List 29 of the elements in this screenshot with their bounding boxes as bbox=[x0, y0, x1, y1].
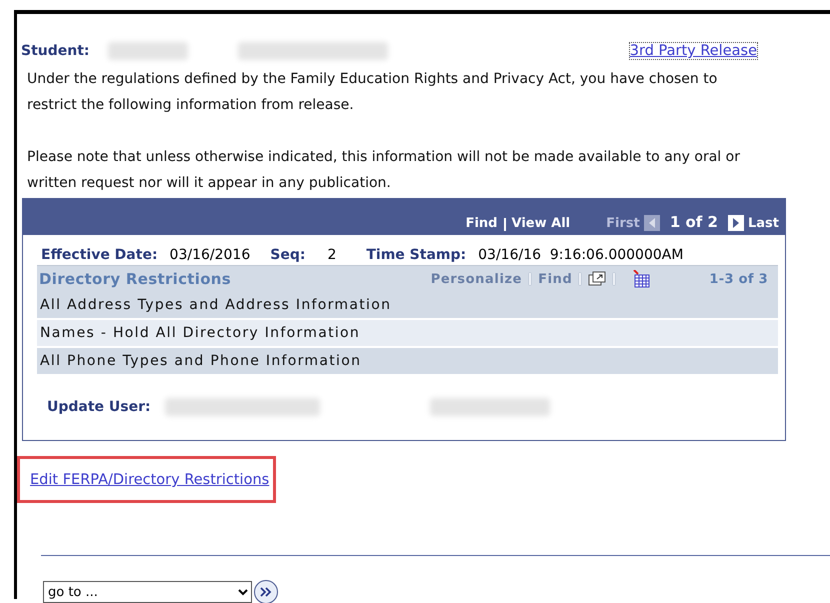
restriction-row: All Address Types and Address Information bbox=[37, 292, 778, 320]
previous-icon[interactable] bbox=[644, 215, 660, 231]
page-position: 1 of 2 bbox=[670, 213, 718, 231]
restriction-row: All Phone Types and Phone Information bbox=[37, 348, 778, 376]
row-count: 1-3 of 3 bbox=[709, 272, 768, 286]
third-party-release-link[interactable]: 3rd Party Release bbox=[630, 43, 757, 59]
update-user-label: Update User: bbox=[47, 399, 151, 415]
next-icon[interactable] bbox=[728, 215, 744, 231]
new-window-icon[interactable] bbox=[588, 271, 606, 287]
edit-restrictions-link[interactable]: Edit FERPA/Directory Restrictions bbox=[30, 472, 270, 488]
effective-date-value: 03/16/2016 bbox=[170, 247, 250, 263]
view-all-link[interactable]: View All bbox=[512, 216, 570, 231]
grid-title: Directory Restrictions bbox=[39, 270, 232, 288]
notice-paragraph: Under the regulations defined by the Family Education Rights and Privacy Act, you have chosen to restrict the following information from release. bbox=[27, 70, 718, 115]
go-button[interactable] bbox=[254, 580, 278, 603]
restriction-row: Names - Hold All Directory Information bbox=[37, 320, 778, 348]
last-link[interactable]: Last bbox=[748, 216, 779, 231]
double-chevron-icon bbox=[259, 586, 273, 598]
student-label: Student: bbox=[21, 43, 90, 59]
notice-paragraph: Please note that unless otherwise indicated, this information will not be made available to any oral or written request nor will it appear in any publication. bbox=[27, 148, 741, 193]
go-to-dropdown[interactable]: go to ... bbox=[43, 581, 252, 603]
spreadsheet-icon[interactable] bbox=[632, 270, 650, 288]
find-link[interactable]: Find bbox=[466, 216, 498, 231]
seq-label: Seq: bbox=[270, 247, 306, 263]
time-stamp-value: 03/16/16 9:16:06.000000AM bbox=[478, 247, 684, 263]
first-label: First bbox=[606, 216, 640, 231]
time-stamp-label: Time Stamp: bbox=[366, 247, 466, 263]
effective-date-label: Effective Date: bbox=[41, 247, 158, 263]
seq-value: 2 bbox=[327, 247, 336, 263]
